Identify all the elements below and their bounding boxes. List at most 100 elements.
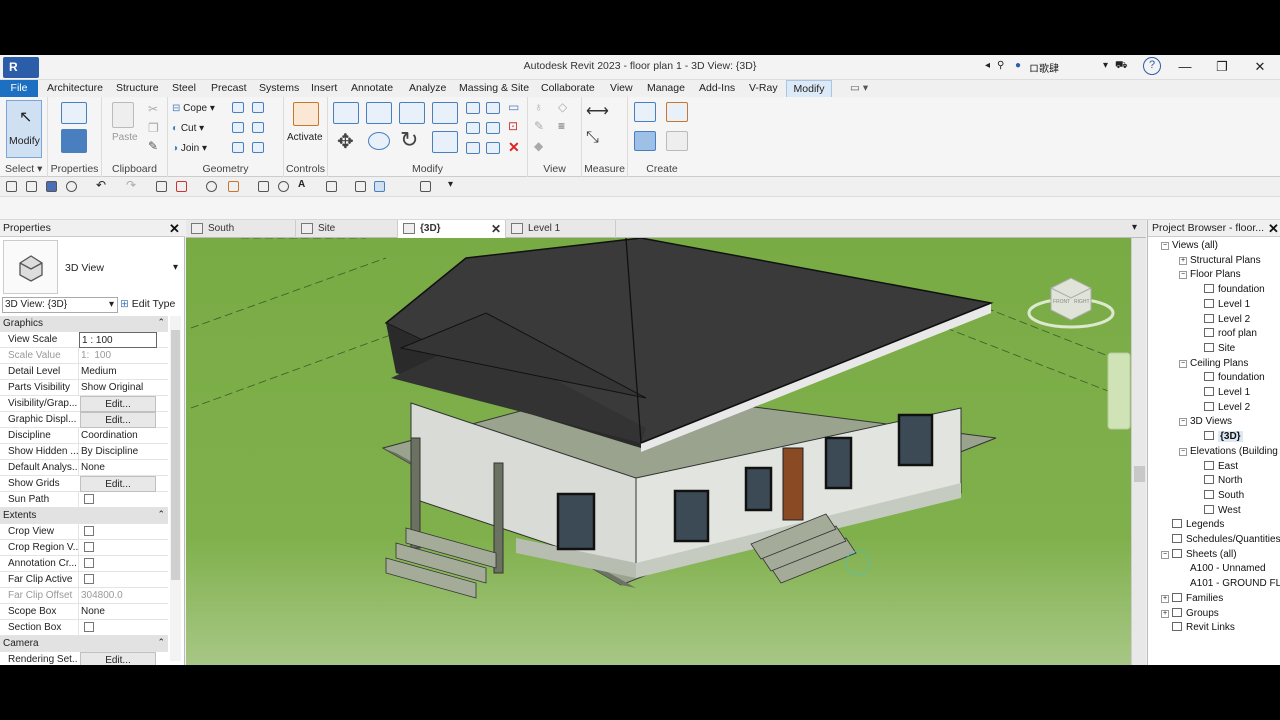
property-row[interactable]: Graphic Displ... Edit... bbox=[0, 412, 168, 428]
split-icon[interactable] bbox=[466, 102, 480, 114]
join-button[interactable]: ◑ Join ▾ bbox=[172, 143, 207, 154]
checkbox-icon[interactable] bbox=[84, 526, 94, 536]
demolish-icon[interactable] bbox=[252, 122, 264, 133]
property-row[interactable]: Crop View bbox=[0, 524, 168, 540]
create-group-icon[interactable] bbox=[634, 131, 656, 151]
menu-collaborate[interactable]: Collaborate bbox=[541, 80, 595, 97]
settings-icon[interactable] bbox=[206, 181, 217, 192]
menu-massing-site[interactable]: Massing & Site bbox=[459, 80, 529, 97]
property-row[interactable]: Far Clip Offset 304800.0 bbox=[0, 588, 168, 604]
browser-node[interactable]: foundation bbox=[1204, 372, 1265, 383]
menu-annotate[interactable]: Annotate bbox=[351, 80, 393, 97]
move-icon[interactable]: ✥ bbox=[337, 129, 354, 154]
property-checkbox[interactable] bbox=[78, 556, 168, 572]
3d-view-icon[interactable] bbox=[326, 181, 337, 192]
align-icon[interactable] bbox=[333, 102, 359, 124]
trim-extend-icon[interactable] bbox=[432, 131, 458, 153]
collapse-icon[interactable]: − bbox=[1161, 242, 1169, 250]
linework-icon[interactable]: ≡ bbox=[558, 119, 565, 133]
export-icon[interactable] bbox=[176, 181, 187, 192]
browser-node[interactable]: Level 1 bbox=[1204, 387, 1250, 398]
browser-node[interactable]: − Views (all) bbox=[1161, 240, 1218, 251]
trim-single-icon[interactable]: ▭ bbox=[508, 100, 519, 114]
collapse-icon[interactable]: ⌃ bbox=[157, 317, 165, 328]
measure-icon[interactable] bbox=[228, 181, 239, 192]
view-cube-control[interactable] bbox=[1038, 316, 1084, 362]
browser-node[interactable]: Level 1 bbox=[1204, 298, 1250, 310]
property-value[interactable]: By Discipline bbox=[78, 444, 168, 460]
mirror-draw-icon[interactable] bbox=[432, 102, 458, 124]
properties-palette-icon[interactable] bbox=[61, 129, 87, 153]
match-properties-icon[interactable]: ✎ bbox=[148, 139, 158, 153]
browser-node[interactable]: + Groups bbox=[1161, 607, 1219, 619]
activate-icon[interactable] bbox=[293, 102, 319, 126]
sync-icon[interactable] bbox=[66, 181, 77, 192]
property-row[interactable]: Far Clip Active bbox=[0, 572, 168, 588]
aligned-dimension-icon[interactable]: ⤡ bbox=[586, 129, 599, 147]
section-icon[interactable] bbox=[355, 181, 366, 192]
collapse-icon[interactable]: ⌃ bbox=[157, 509, 165, 520]
property-section[interactable]: Camera ⌃ bbox=[0, 636, 168, 652]
sign-in-label[interactable]: ロ歌肆 bbox=[1029, 60, 1059, 75]
menu-insert[interactable]: Insert bbox=[311, 80, 337, 97]
menu-architecture[interactable]: Architecture bbox=[47, 80, 103, 97]
property-row[interactable]: Rendering Set... Edit... bbox=[0, 652, 168, 665]
cut-scissors-icon[interactable]: ✂ bbox=[148, 102, 158, 116]
edit-button[interactable]: Edit... bbox=[80, 652, 156, 665]
browser-node[interactable]: North bbox=[1204, 475, 1242, 486]
user-icon[interactable]: ● bbox=[1015, 60, 1021, 71]
expand-icon[interactable]: + bbox=[1179, 256, 1187, 265]
browser-node[interactable]: Site bbox=[1204, 342, 1235, 354]
property-value[interactable]: 1 : 100 bbox=[79, 332, 157, 348]
checkbox-icon[interactable] bbox=[84, 542, 94, 552]
menu-structure[interactable]: Structure bbox=[116, 80, 159, 97]
checkbox-icon[interactable] bbox=[84, 494, 94, 504]
lightbulb-icon[interactable]: ♁ bbox=[534, 100, 543, 114]
pin-icon[interactable] bbox=[466, 142, 480, 154]
property-row[interactable]: View Scale 1 : 100 bbox=[0, 332, 168, 348]
create-assembly-icon[interactable] bbox=[634, 102, 656, 122]
split-gap-icon[interactable] bbox=[486, 102, 500, 114]
tab-south[interactable]: South bbox=[186, 220, 296, 238]
browser-node[interactable]: Revit Links bbox=[1172, 622, 1235, 633]
property-row[interactable]: Annotation Cr... bbox=[0, 556, 168, 572]
thin-lines-icon[interactable] bbox=[374, 181, 385, 192]
save-icon[interactable] bbox=[46, 181, 57, 192]
property-row[interactable]: Section Box bbox=[0, 620, 168, 636]
property-value[interactable]: 304800.0 bbox=[78, 588, 168, 604]
browser-node[interactable]: + Structural Plans bbox=[1179, 255, 1261, 266]
override-graphics-icon[interactable]: ✎ bbox=[534, 119, 544, 133]
split-face-icon[interactable] bbox=[232, 102, 244, 113]
property-row[interactable]: Show Grids Edit... bbox=[0, 476, 168, 492]
cope-button[interactable]: ⊟ Cope ▾ bbox=[172, 103, 215, 114]
collapse-icon[interactable]: − bbox=[1179, 271, 1187, 280]
maximize-button[interactable]: ❐ bbox=[1212, 59, 1232, 75]
property-value[interactable]: Medium bbox=[78, 364, 168, 380]
menu-modify[interactable]: Modify bbox=[786, 80, 832, 97]
edit-button[interactable]: Edit... bbox=[80, 476, 156, 492]
expand-icon[interactable]: + bbox=[1161, 609, 1169, 618]
collapse-icon[interactable]: − bbox=[1179, 418, 1187, 427]
expand-icon[interactable]: + bbox=[1161, 594, 1169, 603]
browser-node[interactable]: {3D} bbox=[1204, 431, 1243, 443]
property-row[interactable]: Scale Value 1: 100 bbox=[0, 348, 168, 364]
delete-icon[interactable]: ✕ bbox=[508, 139, 520, 156]
tabs-dropdown-icon[interactable]: ▾ bbox=[1132, 222, 1137, 233]
paint-icon[interactable] bbox=[252, 102, 264, 113]
edit-type-button[interactable]: ⊞ Edit Type bbox=[120, 298, 175, 310]
tab-level-1[interactable]: Level 1 bbox=[506, 220, 616, 238]
browser-node[interactable]: − Elevations (Building bbox=[1179, 446, 1278, 457]
collapse-icon[interactable]: − bbox=[1179, 359, 1187, 368]
browser-node[interactable]: A101 - GROUND FLO bbox=[1190, 578, 1280, 589]
menu-steel[interactable]: Steel bbox=[172, 80, 196, 97]
collapse-icon[interactable]: − bbox=[1161, 550, 1169, 559]
browser-node[interactable]: −3D Views bbox=[1179, 416, 1232, 427]
properties-scrollbar[interactable] bbox=[170, 316, 181, 661]
edit-button[interactable]: Edit... bbox=[80, 396, 156, 412]
browser-node[interactable]: A100 - Unnamed bbox=[1190, 563, 1266, 574]
browser-node[interactable]: + Families bbox=[1161, 592, 1223, 604]
browser-node[interactable]: Legends bbox=[1172, 519, 1224, 530]
property-value[interactable]: 1: 100 bbox=[78, 348, 168, 364]
match-icon[interactable]: ⊡ bbox=[508, 119, 518, 133]
ribbon-toggle-icon[interactable]: ▭ ▾ bbox=[850, 80, 868, 97]
